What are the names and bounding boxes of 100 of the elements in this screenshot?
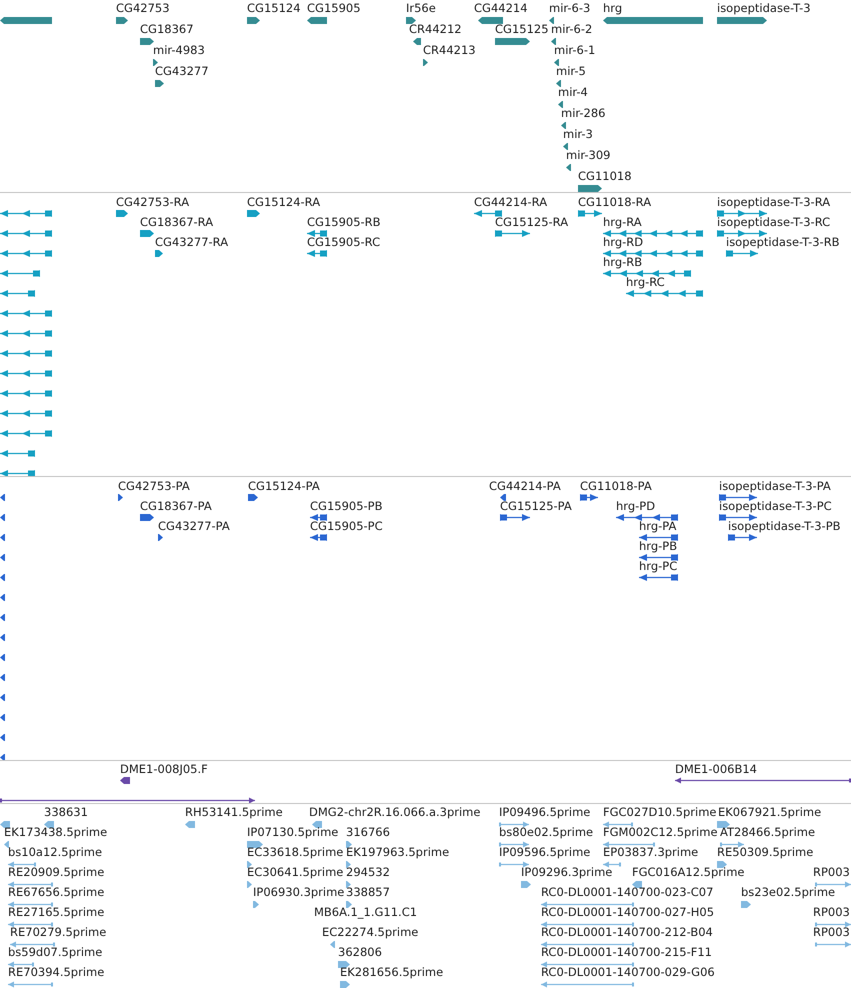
gene-glyph[interactable]	[551, 38, 556, 45]
est-glyph[interactable]	[603, 841, 655, 848]
gene-glyph[interactable]	[566, 164, 571, 171]
transcript-glyph[interactable]	[0, 470, 35, 476]
gene-glyph[interactable]	[717, 17, 767, 24]
est-glyph[interactable]	[247, 841, 263, 848]
protein-glyph[interactable]	[248, 494, 258, 501]
clone-glyph[interactable]	[0, 797, 255, 803]
transcript-glyph[interactable]	[495, 230, 530, 237]
transcript-glyph[interactable]	[0, 310, 52, 317]
est-glyph[interactable]	[8, 881, 53, 888]
gene-glyph[interactable]	[307, 17, 327, 24]
protein-glyph[interactable]	[118, 494, 123, 501]
protein-glyph[interactable]	[639, 574, 678, 581]
gene-glyph[interactable]	[0, 17, 52, 24]
protein-glyph[interactable]	[580, 494, 598, 501]
gene-glyph[interactable]	[155, 80, 164, 87]
protein-glyph[interactable]	[0, 634, 5, 641]
transcript-glyph[interactable]	[307, 250, 327, 257]
protein-glyph[interactable]	[0, 554, 5, 561]
transcript-glyph[interactable]	[603, 270, 691, 277]
protein-glyph[interactable]	[0, 534, 5, 541]
protein-glyph[interactable]	[639, 534, 678, 541]
transcript-glyph[interactable]	[0, 430, 52, 437]
protein-glyph[interactable]	[0, 714, 5, 721]
protein-glyph[interactable]	[158, 534, 163, 541]
est-glyph[interactable]	[338, 961, 350, 968]
transcript-glyph[interactable]	[717, 230, 767, 237]
est-glyph[interactable]	[247, 861, 252, 868]
gene-glyph[interactable]	[413, 38, 421, 45]
clone-glyph[interactable]	[120, 777, 130, 784]
protein-glyph[interactable]	[0, 694, 5, 701]
transcript-glyph[interactable]	[0, 390, 52, 397]
transcript-glyph[interactable]	[0, 270, 40, 277]
transcript-glyph[interactable]	[717, 210, 767, 217]
transcript-glyph[interactable]	[0, 350, 52, 357]
gene-glyph[interactable]	[140, 38, 154, 45]
est-glyph[interactable]	[44, 821, 54, 828]
protein-glyph[interactable]	[728, 534, 757, 541]
transcript-glyph[interactable]	[0, 410, 52, 417]
gene-glyph[interactable]	[478, 17, 503, 24]
transcript-glyph[interactable]	[155, 250, 163, 257]
est-glyph[interactable]	[0, 821, 10, 828]
protein-glyph[interactable]	[0, 574, 5, 581]
gene-glyph[interactable]	[556, 80, 561, 87]
gene-glyph[interactable]	[153, 59, 158, 66]
est-glyph[interactable]	[8, 921, 53, 928]
gene-glyph[interactable]	[116, 17, 128, 24]
protein-glyph[interactable]	[0, 494, 5, 501]
gene-glyph[interactable]	[423, 59, 428, 66]
clone-glyph[interactable]	[675, 777, 851, 784]
protein-glyph[interactable]	[310, 514, 327, 521]
est-glyph[interactable]	[717, 821, 730, 828]
transcript-glyph[interactable]	[603, 230, 703, 237]
transcript-glyph[interactable]	[0, 230, 52, 237]
gene-glyph[interactable]	[561, 122, 566, 129]
transcript-glyph[interactable]	[0, 330, 52, 337]
protein-glyph[interactable]	[500, 494, 506, 501]
est-glyph[interactable]	[8, 961, 34, 968]
protein-glyph[interactable]	[140, 514, 154, 521]
protein-glyph[interactable]	[0, 514, 5, 521]
gene-glyph[interactable]	[406, 17, 416, 24]
transcript-glyph[interactable]	[474, 210, 502, 217]
est-glyph[interactable]	[720, 841, 744, 848]
transcript-glyph[interactable]	[140, 230, 154, 237]
transcript-glyph[interactable]	[0, 450, 35, 457]
protein-glyph[interactable]	[0, 674, 5, 681]
protein-glyph[interactable]	[616, 514, 678, 521]
protein-glyph[interactable]	[0, 614, 5, 621]
transcript-glyph[interactable]	[578, 210, 602, 217]
gene-glyph[interactable]	[554, 59, 559, 66]
transcript-glyph[interactable]	[603, 250, 703, 257]
est-glyph[interactable]	[815, 921, 851, 928]
gene-glyph[interactable]	[495, 38, 530, 45]
transcript-glyph[interactable]	[116, 210, 128, 217]
transcript-glyph[interactable]	[0, 290, 35, 297]
protein-glyph[interactable]	[0, 594, 5, 601]
protein-glyph[interactable]	[310, 534, 327, 541]
protein-glyph[interactable]	[719, 494, 757, 501]
est-glyph[interactable]	[346, 881, 351, 888]
transcript-glyph[interactable]	[726, 250, 758, 257]
protein-glyph[interactable]	[719, 514, 757, 521]
protein-glyph[interactable]	[639, 554, 678, 561]
est-glyph[interactable]	[346, 861, 351, 868]
transcript-glyph[interactable]	[0, 210, 52, 217]
protein-glyph[interactable]	[0, 754, 5, 760]
gene-glyph[interactable]	[563, 143, 568, 150]
protein-glyph[interactable]	[500, 514, 530, 521]
transcript-glyph[interactable]	[626, 290, 703, 297]
transcript-glyph[interactable]	[307, 230, 327, 237]
gene-glyph[interactable]	[549, 17, 554, 24]
protein-glyph[interactable]	[0, 734, 5, 741]
est-glyph[interactable]	[499, 841, 529, 848]
gene-glyph[interactable]	[558, 101, 563, 108]
est-glyph[interactable]	[8, 861, 36, 868]
est-glyph[interactable]	[603, 821, 633, 828]
transcript-glyph[interactable]	[0, 370, 52, 377]
gene-glyph[interactable]	[247, 17, 260, 24]
transcript-glyph[interactable]	[247, 210, 260, 217]
est-glyph[interactable]	[632, 881, 642, 888]
